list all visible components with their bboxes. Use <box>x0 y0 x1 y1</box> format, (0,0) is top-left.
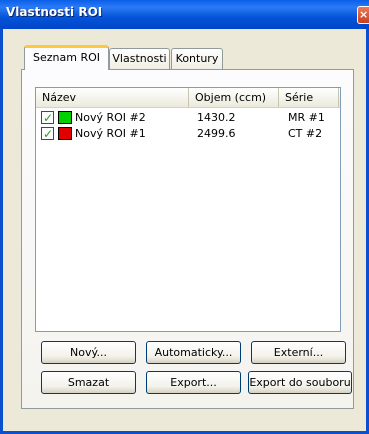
roi-list[interactable]: Název Objem (ccm) Série ✓ Nový ROI #2 14… <box>35 87 341 332</box>
row-checkbox[interactable]: ✓ <box>41 127 54 141</box>
roi-color-swatch[interactable] <box>58 111 72 124</box>
column-header-name[interactable]: Název <box>36 88 189 107</box>
export-button[interactable]: Export... <box>146 371 241 394</box>
new-button[interactable]: Nový... <box>41 341 136 364</box>
row-checkbox[interactable]: ✓ <box>41 111 54 125</box>
tab-kontury[interactable]: Kontury <box>171 48 223 69</box>
list-item[interactable]: ✓ Nový ROI #1 2499.6 CT #2 <box>36 126 340 142</box>
roi-color-swatch[interactable] <box>58 127 72 140</box>
roi-name: Nový ROI #1 <box>75 127 146 140</box>
tab-vlastnosti[interactable]: Vlastnosti <box>109 48 170 69</box>
roi-series: MR #1 <box>288 111 325 124</box>
tab-seznam-roi[interactable]: Seznam ROI <box>24 45 109 70</box>
tab-panel-seznam-roi: Název Objem (ccm) Série ✓ Nový ROI #2 14… <box>21 69 354 409</box>
column-header-volume[interactable]: Objem (ccm) <box>189 88 279 107</box>
column-header-series[interactable]: Série <box>279 88 339 107</box>
title-bar[interactable]: Vlastnosti ROI × <box>0 0 369 29</box>
checkmark-icon: ✓ <box>43 111 54 125</box>
roi-name: Nový ROI #2 <box>75 111 146 124</box>
external-button[interactable]: Externí... <box>251 341 346 364</box>
export-to-file-button[interactable]: Export do souboru <box>248 371 352 394</box>
close-icon: × <box>359 8 369 21</box>
automatic-button[interactable]: Automaticky... <box>146 341 241 364</box>
close-button[interactable]: × <box>357 6 369 24</box>
delete-button[interactable]: Smazat <box>41 371 136 394</box>
roi-series: CT #2 <box>288 127 323 140</box>
list-item[interactable]: ✓ Nový ROI #2 1430.2 MR #1 <box>36 110 340 126</box>
list-header: Název Objem (ccm) Série <box>36 88 340 108</box>
window-frame-left <box>0 29 3 434</box>
checkmark-icon: ✓ <box>43 127 54 141</box>
roi-volume: 2499.6 <box>197 127 236 140</box>
roi-volume: 1430.2 <box>197 111 236 124</box>
window-title: Vlastnosti ROI <box>6 5 103 19</box>
